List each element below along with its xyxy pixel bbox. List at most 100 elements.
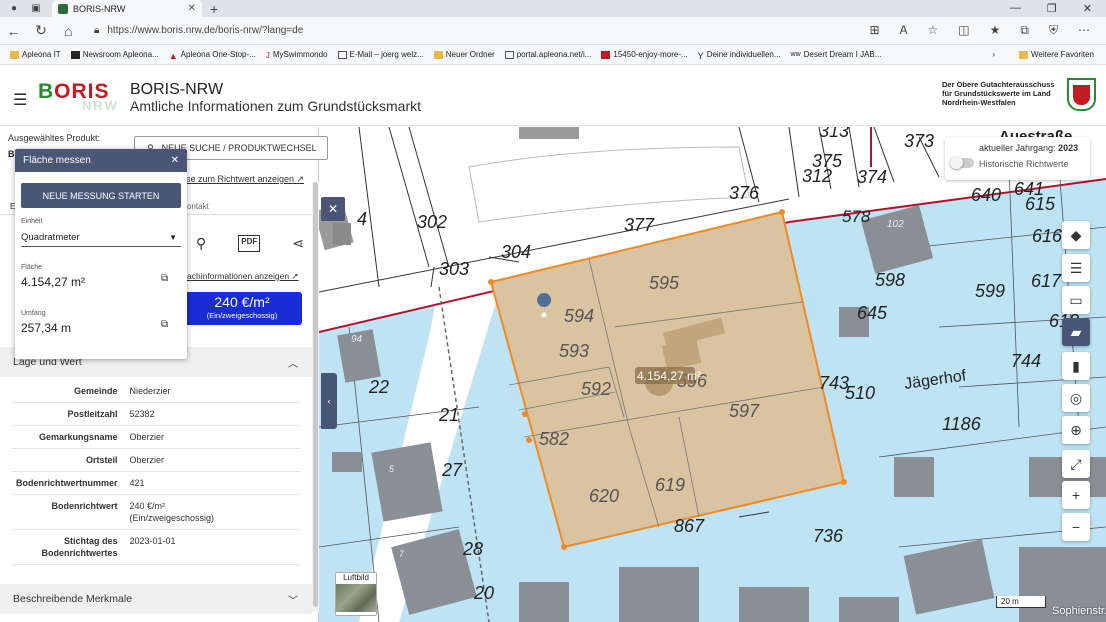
bookmark-item[interactable]: Y Deine individuellen... — [698, 50, 781, 61]
map-canvas[interactable]: 313 373 375 312 374 376 377 302 304 303 … — [319, 127, 1106, 622]
browser-tab[interactable]: BORIS-NRW ✕ — [52, 0, 202, 17]
close-panel-button[interactable]: ✕ — [321, 197, 345, 221]
bookmark-item[interactable]: Neuer Ordner — [433, 50, 495, 59]
svg-text:645: 645 — [857, 303, 888, 323]
aerial-thumbnail — [336, 584, 376, 612]
bookmark-more-folder[interactable]: Weitere Favoriten — [1019, 50, 1094, 59]
close-icon[interactable]: ✕ — [171, 155, 179, 166]
copy-icon[interactable]: ⧉ — [161, 319, 168, 330]
map-view[interactable]: 313 373 375 312 374 376 377 302 304 303 … — [319, 127, 1106, 622]
bookmark-item[interactable]: 15450-enjoy-more-... — [601, 50, 688, 59]
perimeter-label: Umfang — [21, 310, 46, 317]
bookmark-item[interactable]: Newsroom Apleona... — [70, 50, 159, 59]
svg-text:867: 867 — [674, 516, 705, 536]
zoom-in-button[interactable]: + — [1062, 481, 1090, 509]
share-icon[interactable]: ⋖ — [292, 235, 304, 252]
bookmark-item[interactable]: Apleona IT — [10, 50, 61, 59]
unit-select[interactable]: Quadratmeter ▼ — [21, 229, 181, 247]
svg-text:617: 617 — [1031, 271, 1062, 291]
unit-label: Einheit — [21, 218, 43, 225]
back-icon[interactable]: ← — [0, 23, 27, 39]
ruler-icon[interactable]: ▭ — [1062, 286, 1090, 314]
svg-text:510: 510 — [845, 383, 875, 403]
svg-text:312: 312 — [802, 166, 832, 186]
svg-text:592: 592 — [581, 379, 611, 399]
bookmark-icon[interactable]: ▮ — [1062, 352, 1090, 380]
aerial-view-button[interactable]: Luftbild — [335, 572, 377, 616]
boris-logo[interactable]: BORIS NRW — [38, 81, 126, 113]
svg-text:1186: 1186 — [942, 414, 982, 434]
zoom-out-button[interactable]: − — [1062, 513, 1090, 541]
address-bar: ← ↻ ⌂ 🔒︎ https://www.boris.nrw.de/boris-… — [0, 17, 1106, 45]
workspaces-icon[interactable]: ▣ — [28, 2, 44, 16]
maximize-icon[interactable]: ❐ — [1047, 2, 1057, 15]
pdf-icon[interactable]: PDF — [238, 235, 261, 252]
profile-icon[interactable]: ● — [6, 2, 22, 16]
svg-text:377: 377 — [624, 215, 655, 235]
svg-text:598: 598 — [875, 270, 905, 290]
folder-icon — [1019, 50, 1028, 59]
copy-icon[interactable]: ⧉ — [161, 273, 168, 284]
price-button[interactable]: 240 €/m² (Ein/zweigeschossig) — [182, 292, 302, 325]
svg-text:640: 640 — [971, 185, 1001, 205]
split-screen-icon[interactable]: ◫ — [958, 23, 969, 38]
tab-kontakt[interactable]: ontakt — [187, 202, 209, 211]
search-icon[interactable]: ⚲ — [196, 235, 206, 252]
info-table: Gemeinde Niederzier Postleitzahl 52382 Gem… — [12, 380, 300, 565]
sidebar-toolbar: ⚲ PDF ⋖ — [190, 235, 310, 252]
svg-text:616: 616 — [1032, 226, 1063, 246]
measure-label: 4.154,27 m² — [637, 369, 701, 383]
bookmark-item[interactable]: E-Mail – joerg welz... — [337, 50, 424, 59]
chevron-down-icon: ﹀ — [288, 595, 298, 607]
svg-text:594: 594 — [564, 306, 594, 326]
svg-text:736: 736 — [813, 526, 844, 546]
sachinfo-link[interactable]: achinformationen anzeigen ↗ — [187, 271, 299, 282]
tab-title: BORIS-NRW — [73, 3, 126, 14]
richtwert-link[interactable]: se zum Richtwert anzeigen ↗ — [186, 174, 304, 185]
app-install-icon[interactable]: ⊞ — [869, 23, 879, 38]
scrollbar-thumb[interactable] — [313, 182, 318, 607]
table-row: Bodenrichtwert 240 €/m² (Ein/zweigeschossi… — [12, 494, 300, 530]
chevron-right-icon[interactable]: › — [992, 50, 995, 59]
shield-icon[interactable]: ⛨ — [1049, 23, 1058, 38]
area-label: Fläche — [21, 264, 43, 271]
legend-list-icon[interactable]: ☰ — [1062, 254, 1090, 282]
svg-text:102: 102 — [887, 219, 904, 230]
svg-text:595: 595 — [649, 273, 680, 293]
bookmark-item[interactable]: portal.apleona.net/i... — [504, 50, 591, 59]
globe-icon[interactable]: ⊕ — [1062, 416, 1090, 444]
read-aloud-icon[interactable]: A — [900, 23, 908, 38]
fullscreen-icon[interactable]: ⤢ — [1062, 450, 1090, 478]
svg-text:620: 620 — [589, 486, 619, 506]
bookmark-item[interactable]: J MySwimmondo — [266, 50, 328, 60]
layers-icon[interactable]: ◆ — [1062, 221, 1090, 249]
svg-text:374: 374 — [857, 167, 887, 187]
bookmark-icon — [601, 50, 611, 59]
bookmark-item[interactable]: ▲ Apleona One-Stop-... — [169, 50, 256, 61]
new-tab-icon[interactable]: + — [210, 1, 218, 17]
collapse-sidebar-button[interactable]: ‹ — [321, 373, 337, 429]
close-tab-icon[interactable]: ✕ — [188, 3, 196, 14]
merkmale-header[interactable]: Beschreibende Merkmale ﹀ — [0, 584, 312, 614]
menu-icon[interactable]: ☰ — [13, 90, 27, 110]
home-icon[interactable]: ⌂ — [55, 23, 82, 39]
sidebar-scrollbar[interactable] — [312, 182, 319, 612]
extensions-icon[interactable]: ⧉ — [1020, 23, 1029, 38]
perimeter-value: 257,34 m — [21, 321, 72, 335]
window-close-icon[interactable]: ✕ — [1083, 2, 1092, 15]
url-field[interactable]: 🔒︎ https://www.boris.nrw.de/boris-nrw/?l… — [88, 20, 869, 42]
measure-area-icon[interactable]: ▰ — [1062, 318, 1090, 346]
reload-icon[interactable]: ↻ — [27, 22, 54, 39]
nrw-crest-icon — [1067, 78, 1096, 111]
measure-area-dialog: Fläche messen ✕ NEUE MESSUNG STARTEN Ein… — [15, 149, 187, 359]
favorite-star-icon[interactable]: ☆ — [928, 23, 939, 38]
favorites-icon[interactable]: ★ — [990, 23, 1001, 38]
minimize-icon[interactable]: — — [1010, 2, 1021, 15]
new-measurement-button[interactable]: NEUE MESSUNG STARTEN — [21, 183, 181, 208]
lock-icon: 🔒︎ — [94, 25, 100, 36]
location-icon[interactable]: ◎ — [1062, 384, 1090, 412]
table-row: Ortsteil Oberzier — [12, 448, 300, 472]
historic-toggle[interactable] — [950, 156, 974, 169]
more-icon[interactable]: ⋯ — [1078, 23, 1090, 38]
bookmark-item[interactable]: ww Desert Dream I JAB... — [791, 50, 882, 59]
